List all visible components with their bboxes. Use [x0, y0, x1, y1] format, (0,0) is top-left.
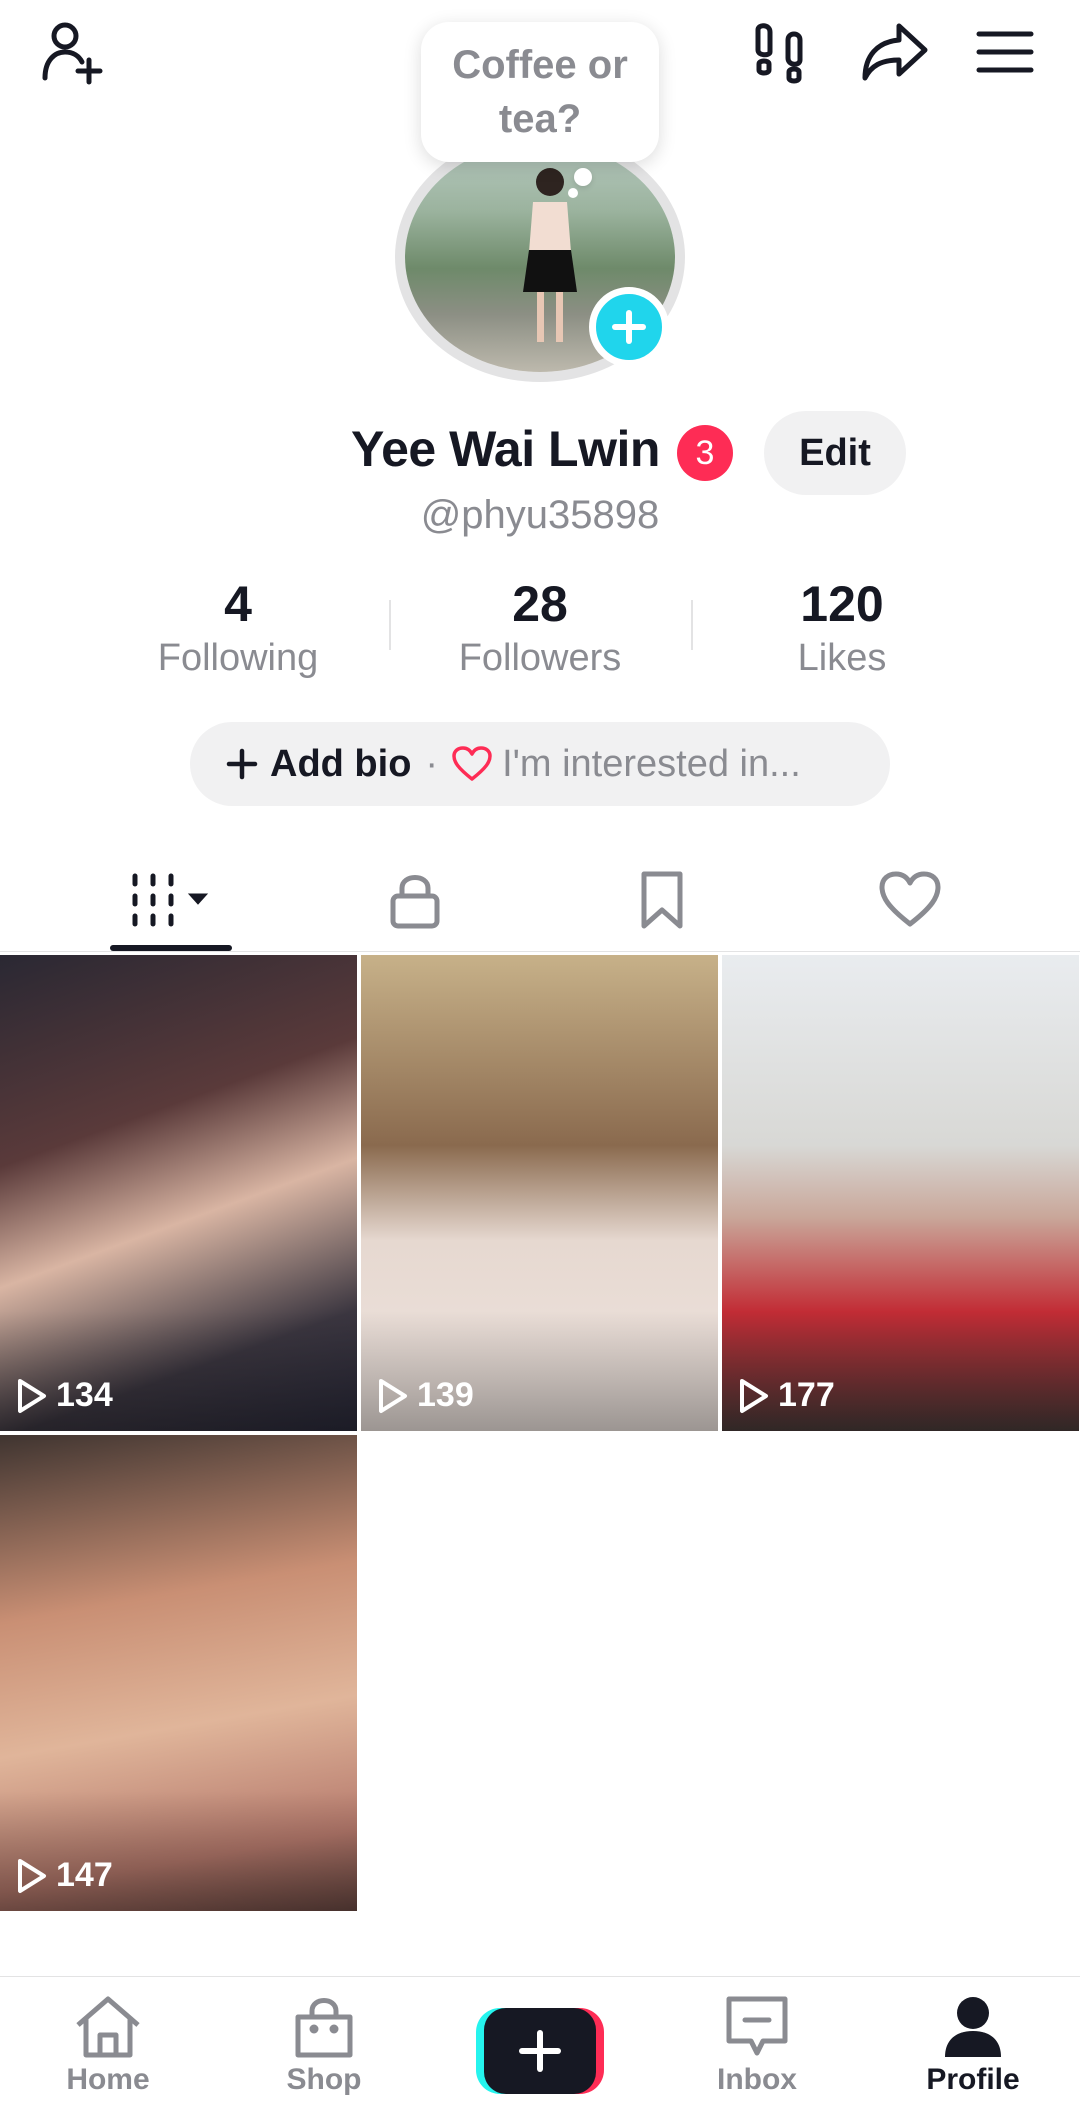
person-plus-icon [42, 22, 103, 85]
display-name: Yee Wai Lwin [351, 421, 660, 477]
edit-profile-button[interactable]: Edit [764, 411, 906, 495]
followers-label: Followers [458, 637, 622, 679]
nav-shop-label: Shop [286, 2063, 362, 2096]
note-bubble-tail-small [568, 188, 578, 198]
bookmark-icon [641, 871, 683, 929]
add-story-button[interactable] [589, 287, 669, 367]
plus-icon [612, 310, 646, 344]
video-thumbnail[interactable]: 177 [722, 955, 1079, 1431]
view-count-value: 139 [417, 1376, 474, 1414]
share-arrow-icon [862, 23, 928, 81]
bio-separator: · [425, 742, 439, 785]
view-count-value: 134 [56, 1376, 113, 1414]
heart-icon [879, 871, 941, 927]
play-icon [18, 1378, 46, 1413]
following-count: 4 [224, 576, 252, 632]
video-thumbnail[interactable]: 134 [0, 955, 357, 1431]
nav-home[interactable]: Home [28, 1995, 188, 2097]
home-icon [76, 1996, 140, 2058]
tab-videos[interactable] [82, 850, 262, 950]
notification-badge[interactable]: 3 [677, 425, 733, 481]
profile-views-button[interactable] [740, 12, 820, 92]
play-icon [740, 1378, 768, 1413]
create-button[interactable] [476, 2008, 604, 2094]
add-friend-button[interactable] [30, 12, 120, 92]
create-button-body [484, 2008, 596, 2094]
interests-label[interactable]: I'm interested in... [502, 743, 801, 786]
view-count: 134 [16, 1376, 113, 1415]
view-count: 177 [738, 1376, 835, 1415]
menu-button[interactable] [960, 12, 1050, 92]
view-count-value: 177 [778, 1376, 835, 1414]
play-icon [379, 1378, 407, 1413]
heart-outline-icon [452, 746, 492, 781]
note-bubble[interactable]: Coffee or tea? [421, 22, 659, 162]
view-count-value: 147 [56, 1856, 113, 1894]
video-grid-icon [132, 873, 209, 927]
tab-liked[interactable] [820, 850, 1000, 950]
plus-icon [226, 748, 258, 780]
stat-divider [691, 600, 693, 650]
plus-icon [519, 2030, 561, 2072]
inbox-icon [726, 1996, 788, 2056]
followers-count: 28 [512, 576, 568, 632]
tabs-divider [0, 951, 1080, 952]
nav-profile[interactable]: Profile [893, 1995, 1053, 2097]
nav-inbox[interactable]: Inbox [677, 1995, 837, 2097]
likes-label: Likes [797, 637, 887, 679]
tab-private[interactable] [325, 850, 505, 950]
nav-home-label: Home [66, 2063, 150, 2096]
view-count: 139 [377, 1376, 474, 1415]
add-bio-label[interactable]: Add bio [270, 743, 411, 786]
nav-profile-label: Profile [926, 2063, 1020, 2096]
play-icon [18, 1858, 46, 1893]
following-stat[interactable]: 4 Following [118, 574, 358, 682]
view-count: 147 [16, 1856, 113, 1895]
lock-icon [390, 875, 440, 929]
shopping-bag-icon [295, 1998, 353, 2058]
footprints-icon [755, 23, 803, 84]
following-label: Following [157, 637, 319, 679]
note-text: Coffee or tea? [452, 43, 628, 141]
video-thumbnail[interactable]: 139 [361, 955, 718, 1431]
tab-saved[interactable] [572, 850, 752, 950]
bio-pill[interactable]: Add bio · I'm interested in... [190, 722, 890, 806]
profile-person-icon [945, 1997, 1001, 2057]
share-profile-button[interactable] [850, 12, 940, 92]
stat-divider [389, 600, 391, 650]
note-bubble-tail [574, 168, 592, 186]
nav-inbox-label: Inbox [717, 2063, 797, 2096]
username: @phyu35898 [420, 493, 660, 537]
followers-stat[interactable]: 28 Followers [420, 574, 660, 682]
likes-count: 120 [800, 576, 884, 632]
hamburger-menu-icon [976, 31, 1034, 73]
likes-stat[interactable]: 120 Likes [722, 574, 962, 682]
video-thumbnail[interactable]: 147 [0, 1435, 357, 1911]
nav-shop[interactable]: Shop [244, 1995, 404, 2097]
